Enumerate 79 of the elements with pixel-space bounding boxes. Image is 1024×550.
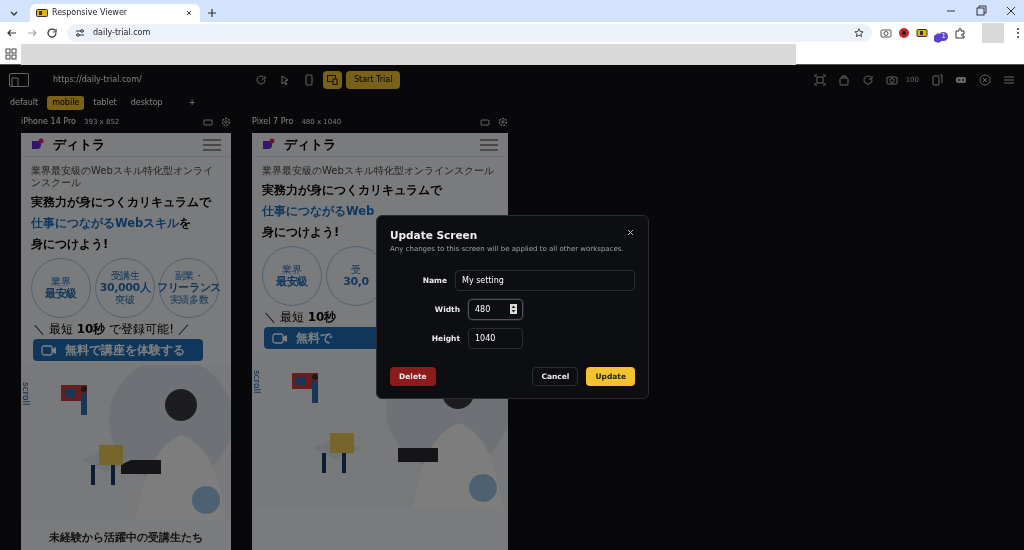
badge-text: 受 bbox=[351, 264, 361, 276]
badge-text: 最安級 bbox=[276, 276, 308, 288]
gear-icon[interactable] bbox=[221, 117, 231, 127]
badge-text: 最安級 bbox=[45, 288, 77, 300]
workspace-tab[interactable]: mobile bbox=[47, 96, 85, 110]
workspace-tab[interactable]: default bbox=[5, 96, 44, 110]
bucket-icon[interactable] bbox=[837, 74, 850, 86]
input-field[interactable]: 1040 bbox=[468, 328, 523, 350]
tagline: 業界最安級のWebスキル特化型オンラインスクール bbox=[30, 165, 214, 189]
badge-text: 30,000人 bbox=[99, 282, 151, 294]
frame-icon[interactable] bbox=[480, 117, 490, 127]
apps-icon[interactable] bbox=[5, 48, 17, 60]
reload-icon[interactable] bbox=[45, 26, 59, 40]
badge-text: フリーランス bbox=[157, 282, 221, 294]
rotate-icon[interactable] bbox=[861, 74, 874, 86]
camera-icon[interactable] bbox=[880, 27, 893, 39]
workspace-tab[interactable]: tablet bbox=[88, 96, 122, 110]
site-logo[interactable]: ディトラ bbox=[53, 134, 195, 155]
start-trial-button[interactable]: Start Trial bbox=[346, 71, 401, 89]
url-text[interactable]: https://daily-trial.com/ bbox=[53, 74, 233, 86]
browser-tab[interactable]: Responsive Viewer bbox=[30, 4, 200, 22]
star-icon[interactable] bbox=[854, 28, 865, 38]
camera-icon[interactable] bbox=[885, 74, 898, 86]
frame-icon[interactable] bbox=[203, 117, 213, 127]
headline-line: 実務力が身につくカリキュラムで bbox=[30, 194, 213, 210]
badge-text: 突破 bbox=[115, 294, 135, 306]
gamepad-icon[interactable] bbox=[955, 74, 967, 86]
site-logo[interactable]: ディトラ bbox=[284, 134, 472, 155]
extension-icon[interactable] bbox=[916, 27, 929, 39]
badge-text: 業界 bbox=[51, 276, 71, 288]
signup-note: ＼ 最短 10秒 bbox=[264, 311, 337, 324]
video-camera-icon bbox=[41, 344, 57, 356]
extension-logo-icon bbox=[36, 9, 48, 17]
input-field[interactable]: 480 bbox=[468, 299, 523, 321]
address-bar[interactable]: daily-trial.com bbox=[67, 24, 873, 42]
tab-title: Responsive Viewer bbox=[52, 7, 129, 19]
headline-line: 身につけよう! bbox=[30, 236, 110, 252]
logo-icon bbox=[31, 137, 45, 152]
close-icon[interactable] bbox=[626, 228, 635, 237]
phone-icon[interactable] bbox=[303, 74, 315, 86]
app-logo-icon bbox=[9, 73, 29, 87]
extension-icon[interactable] bbox=[898, 27, 911, 39]
badge-text: 30,0 bbox=[343, 276, 369, 288]
pointer-icon[interactable] bbox=[279, 74, 291, 86]
workspace-tab[interactable]: + bbox=[183, 96, 201, 110]
signup-note: ＼ 最短 10秒 で登録可能! ／ bbox=[33, 323, 190, 336]
badge-text: 業界 bbox=[282, 264, 302, 276]
workspace-tab[interactable]: desktop bbox=[125, 96, 168, 110]
hamburger-icon[interactable] bbox=[203, 138, 221, 151]
tagline: 業界最安級のWebスキル特化型オンラインスクール bbox=[261, 165, 495, 177]
close-icon[interactable] bbox=[184, 8, 194, 18]
scroll-label: scroll bbox=[252, 369, 263, 394]
dialog-title: Update Screen bbox=[390, 228, 479, 243]
devices-button[interactable] bbox=[323, 71, 342, 89]
badge-text: 実績多数 bbox=[169, 294, 209, 306]
input-field[interactable]: My setting bbox=[455, 270, 635, 292]
badge-text: 副業・ bbox=[174, 270, 204, 282]
device-name: Pixel 7 Pro bbox=[252, 116, 294, 128]
spinner-icon[interactable] bbox=[510, 304, 517, 315]
gear-icon[interactable] bbox=[498, 117, 508, 127]
puzzle-icon[interactable] bbox=[954, 27, 967, 39]
headline-line: 仕事につながるWebスキルを bbox=[29, 215, 193, 231]
url-text: daily-trial.com bbox=[93, 27, 152, 39]
logo-icon bbox=[262, 137, 276, 152]
scan-icon[interactable] bbox=[813, 74, 826, 86]
devices-icon bbox=[327, 75, 338, 85]
tablet-icon[interactable] bbox=[931, 74, 943, 86]
site-settings-icon bbox=[75, 28, 85, 38]
headline-line: 仕事につながるWeb bbox=[260, 203, 376, 219]
badge-text: 受講生 bbox=[110, 270, 140, 282]
device-name: iPhone 14 Pro bbox=[21, 116, 76, 128]
scroll-label: scroll bbox=[21, 381, 32, 406]
section-title: 未経験から活躍中の受講生たち bbox=[48, 530, 204, 545]
trial-button[interactable]: 無料で講座を体験する bbox=[33, 339, 203, 361]
headline-line: 身につけよう! bbox=[261, 224, 341, 240]
hamburger-icon[interactable] bbox=[480, 138, 498, 151]
video-camera-icon bbox=[272, 332, 288, 344]
close-circle-icon[interactable] bbox=[979, 74, 991, 86]
headline-line: 実務力が身につくカリキュラムで bbox=[261, 182, 444, 198]
